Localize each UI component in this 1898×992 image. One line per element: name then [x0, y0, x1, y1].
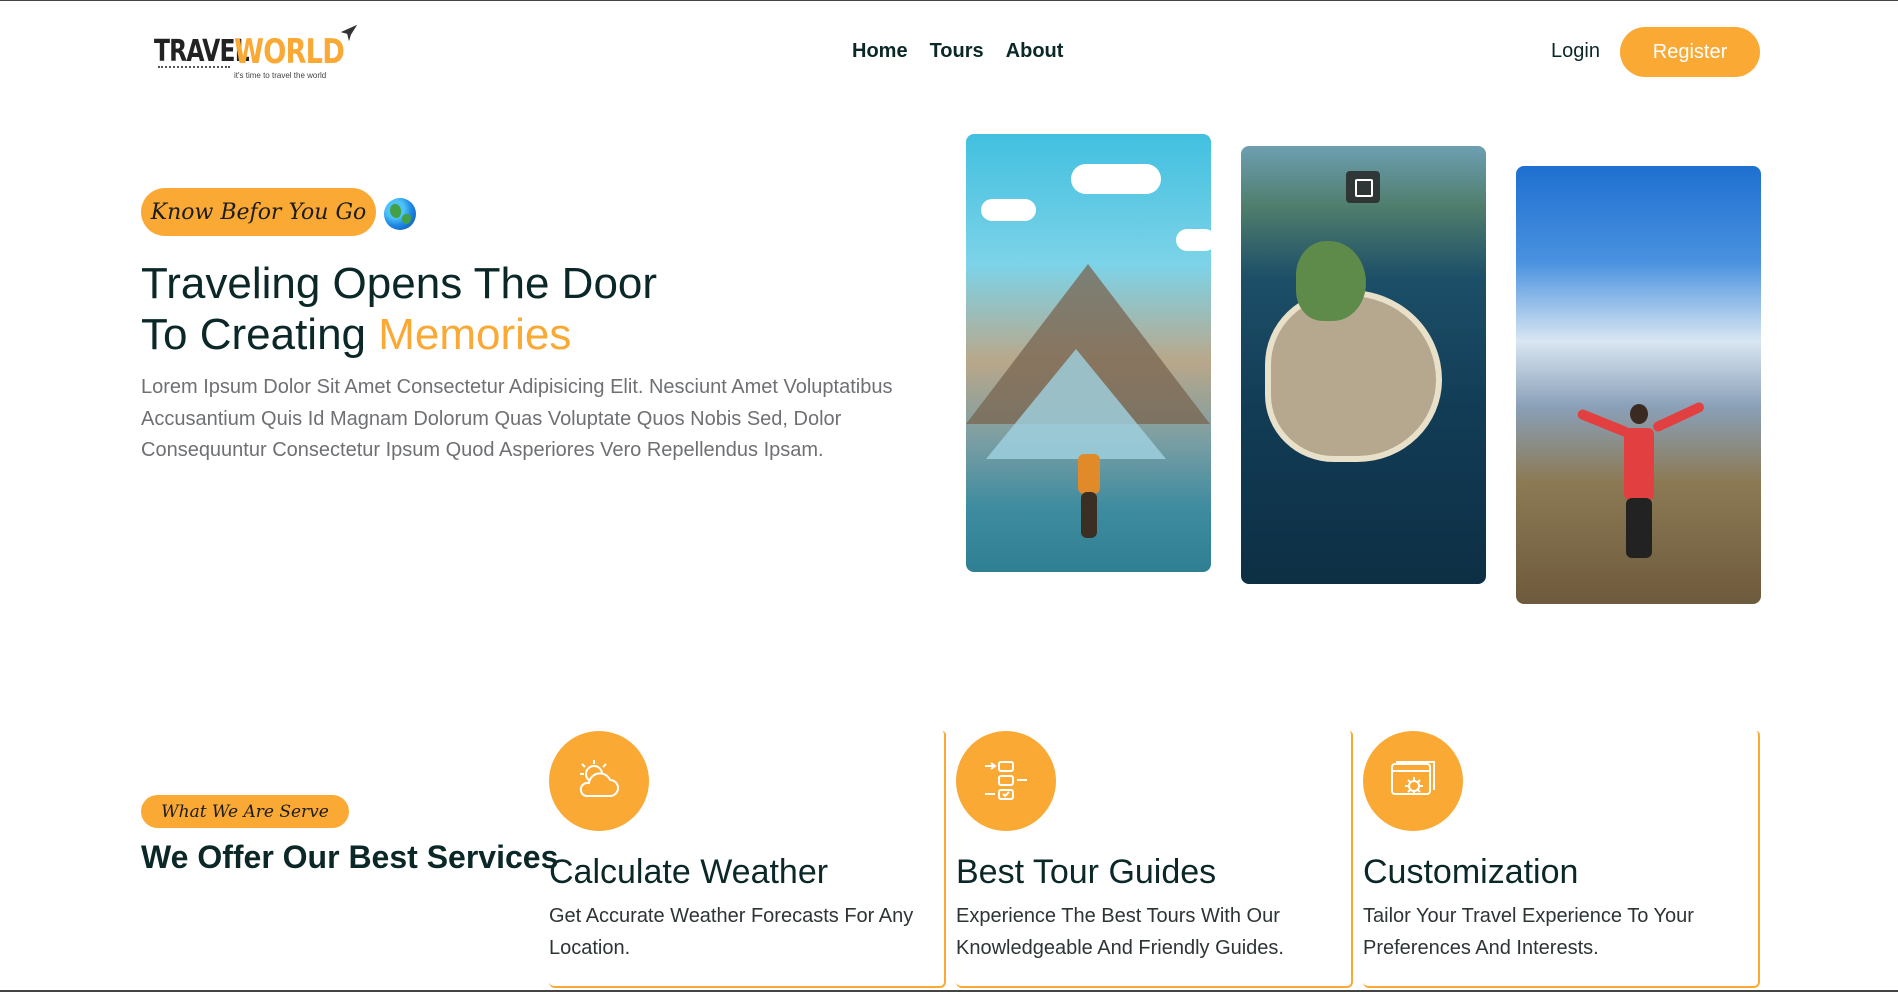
- service-card-weather: Calculate Weather Get Accurate Weather F…: [549, 731, 946, 988]
- customization-icon: [1363, 731, 1463, 831]
- services-subtitle-pill: What We Are Serve: [141, 795, 349, 828]
- service-desc-guides: Experience The Best Tours With Our Knowl…: [956, 905, 1284, 959]
- service-card-customization: Customization Tailor Your Travel Experie…: [1363, 731, 1760, 988]
- register-button[interactable]: Register: [1620, 27, 1760, 77]
- service-desc-weather: Get Accurate Weather Forecasts For Any L…: [549, 905, 914, 959]
- weather-icon: [549, 731, 649, 831]
- nav-about[interactable]: About: [1006, 40, 1064, 63]
- service-title-guides: Best Tour Guides: [956, 853, 1217, 891]
- service-title-weather: Calculate Weather: [549, 853, 829, 891]
- logo-text-world: WORLD: [234, 32, 345, 72]
- globe-icon: [384, 198, 416, 230]
- service-desc-customization: Tailor Your Travel Experience To Your Pr…: [1363, 905, 1694, 959]
- hero-subtitle-pill: Know Befor You Go: [141, 188, 376, 236]
- logo[interactable]: TRAVEL WORLD it's time to travel the wor…: [152, 22, 362, 84]
- services-title: We Offer Our Best Services: [141, 838, 558, 877]
- logo-tagline: it's time to travel the world: [234, 71, 327, 80]
- service-title-customization: Customization: [1363, 853, 1579, 891]
- louvre-photo: [966, 134, 1211, 572]
- service-card-guides: Best Tour Guides Experience The Best Tou…: [956, 731, 1353, 988]
- logo-dotted-line: [158, 66, 230, 68]
- plane-icon: [340, 24, 358, 42]
- hero-title-highlight: Memories: [378, 310, 572, 359]
- guide-icon: [956, 731, 1056, 831]
- hero-title-line1: Traveling Opens The Door: [141, 259, 658, 308]
- island-fort-photo: [1241, 146, 1486, 584]
- hero-description: Lorem Ipsum Dolor Sit Amet Consectetur A…: [141, 376, 893, 461]
- picture-in-picture-icon[interactable]: [1346, 171, 1380, 203]
- login-button[interactable]: Login: [1551, 40, 1600, 63]
- window-top-border: [0, 0, 1898, 1]
- hiker-photo: [1516, 166, 1761, 604]
- hero-title: Traveling Opens The Door To Creating Mem…: [141, 258, 657, 360]
- nav-home[interactable]: Home: [852, 40, 908, 63]
- services-title-text: We Offer Our Best Services: [141, 839, 559, 875]
- nav-tours[interactable]: Tours: [930, 40, 984, 63]
- hero-title-line2: To Creating: [141, 310, 379, 359]
- main-nav: Home Tours About: [852, 40, 1063, 63]
